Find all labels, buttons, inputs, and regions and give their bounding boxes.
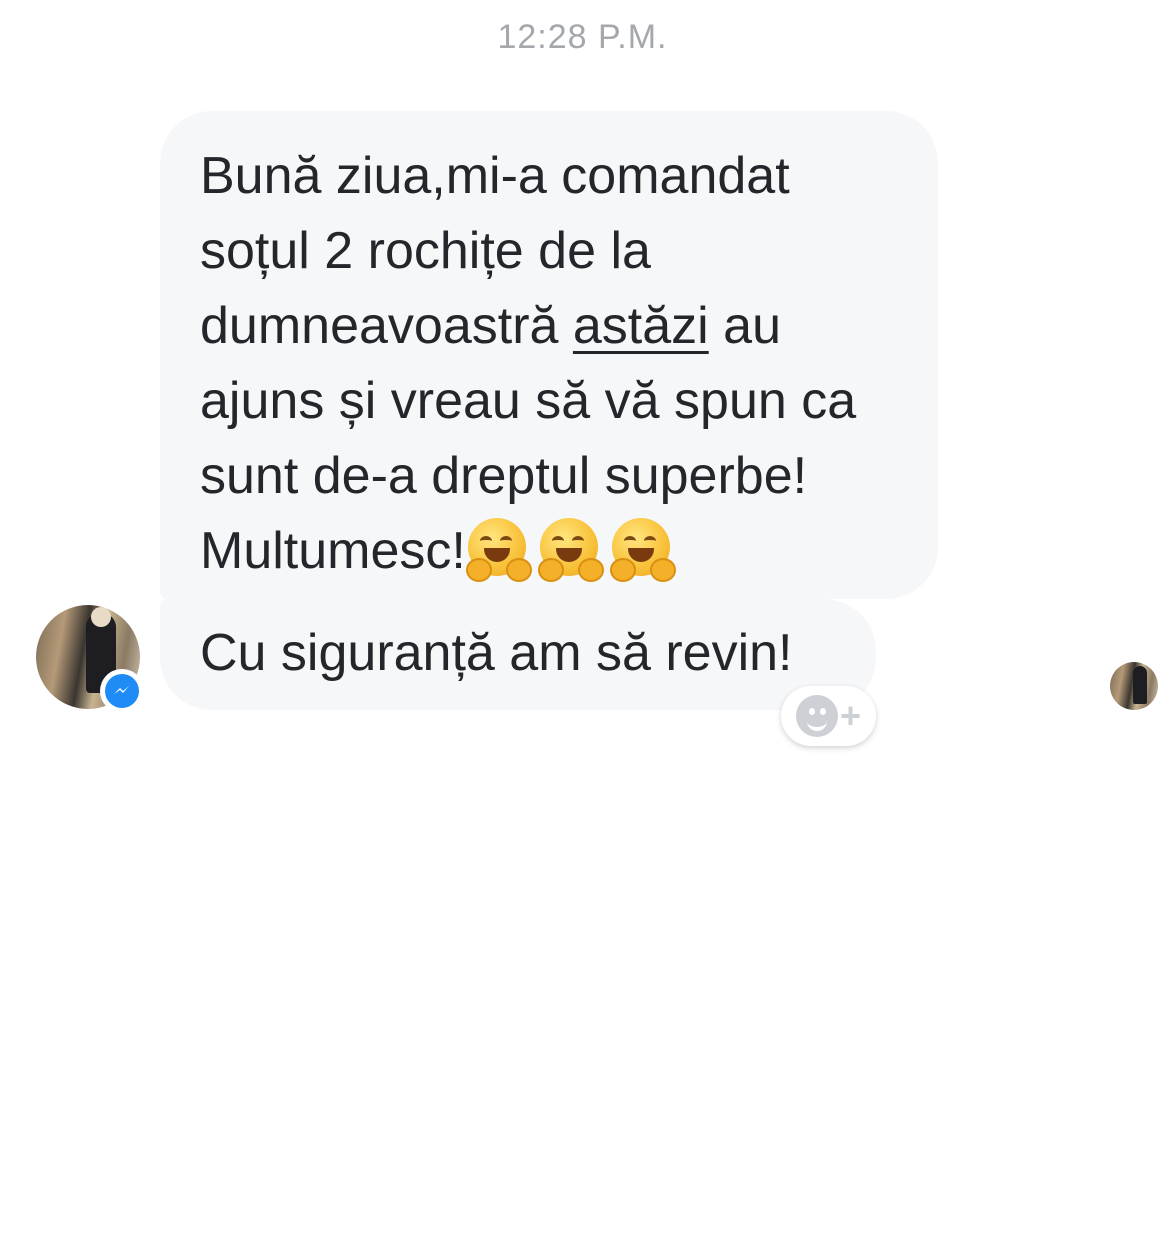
hugging-face-emoji-icon <box>465 518 532 582</box>
message-line: dumneavoastră astăzi au <box>200 289 918 364</box>
message-line: soțul 2 rochițe de la <box>200 222 651 280</box>
date-link[interactable]: astăzi <box>573 297 709 355</box>
message-bubble[interactable]: Cu siguranță am să revin! <box>160 599 876 710</box>
smiley-icon <box>795 695 838 737</box>
message-line: ajuns și vreau să vă spun ca <box>200 372 857 430</box>
message-text: Multumesc! <box>200 522 466 580</box>
add-reaction-button[interactable]: + <box>781 686 876 746</box>
message-text: Cu siguranță am să revin! <box>200 624 793 682</box>
message-bubble[interactable]: Bună ziua,mi-a comandat soțul 2 rochițe … <box>160 111 938 599</box>
plus-icon: + <box>839 695 862 736</box>
messenger-badge <box>100 669 144 713</box>
message-line: Multumesc! <box>200 514 918 589</box>
message-line: Bună ziua,mi-a comandat <box>200 147 790 205</box>
read-receipt-avatar <box>1110 662 1158 710</box>
message-timestamp: 12:28 P.M. <box>497 18 668 56</box>
message-line: sunt de-a dreptul superbe! <box>200 447 808 505</box>
hugging-face-emoji-icon <box>537 518 604 582</box>
message-text: dumneavoastră <box>200 297 573 355</box>
messenger-icon <box>105 674 139 708</box>
message-text: au <box>708 297 782 355</box>
hugging-face-emoji-icon <box>609 518 676 582</box>
